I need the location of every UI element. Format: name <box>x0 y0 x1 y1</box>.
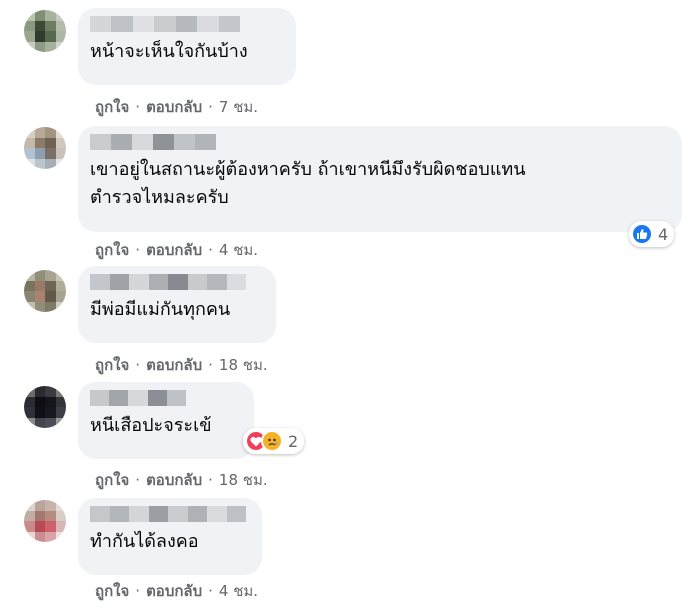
avatar[interactable] <box>24 270 66 312</box>
author-name-blurred[interactable] <box>90 506 246 522</box>
separator: · <box>208 241 213 259</box>
comment-actions: ถูกใจ · ตอบกลับ · 4 ชม. <box>95 579 258 603</box>
comment-text: เขาอยู่ในสถานะผู้ต้องหาครับ ถ้าเขาหนีมึง… <box>90 159 526 208</box>
timestamp[interactable]: 18 ชม. <box>219 471 268 489</box>
reaction-count: 2 <box>288 431 299 451</box>
timestamp[interactable]: 18 ชม. <box>219 356 268 374</box>
author-name-blurred[interactable] <box>90 16 240 32</box>
reply-link[interactable]: ตอบกลับ <box>146 241 202 259</box>
separator: · <box>208 98 213 116</box>
comment-bubble: หน้าจะเห็นใจกันบ้าง <box>78 8 296 85</box>
like-link[interactable]: ถูกใจ <box>95 356 129 374</box>
avatar[interactable] <box>24 10 66 52</box>
separator: · <box>135 241 141 259</box>
separator: · <box>135 471 141 489</box>
comment-text: หน้าจะเห็นใจกันบ้าง <box>90 41 248 62</box>
comment-text: ทำกันได้ลงคอ <box>90 531 199 552</box>
avatar[interactable] <box>24 386 66 428</box>
author-name-blurred[interactable] <box>90 390 187 406</box>
timestamp[interactable]: 4 ชม. <box>219 582 258 600</box>
like-link[interactable]: ถูกใจ <box>95 98 129 116</box>
like-link[interactable]: ถูกใจ <box>95 582 129 600</box>
reply-link[interactable]: ตอบกลับ <box>146 356 202 374</box>
reaction-count: 4 <box>658 224 669 244</box>
author-name-blurred[interactable] <box>90 274 246 290</box>
comment-actions: ถูกใจ · ตอบกลับ · 18 ชม. <box>95 353 268 377</box>
comment-bubble: ทำกันได้ลงคอ <box>78 498 262 575</box>
comment-actions: ถูกใจ · ตอบกลับ · 4 ชม. <box>95 238 258 262</box>
separator: · <box>208 356 213 374</box>
like-link[interactable]: ถูกใจ <box>95 241 129 259</box>
separator: · <box>135 98 141 116</box>
comment-bubble: เขาอยู่ในสถานะผู้ต้องหาครับ ถ้าเขาหนีมึง… <box>78 126 682 232</box>
sad-icon <box>261 430 283 452</box>
avatar[interactable] <box>24 127 66 169</box>
separator: · <box>135 356 141 374</box>
like-link[interactable]: ถูกใจ <box>95 471 129 489</box>
comment-bubble: มีพ่อมีแม่กันทุกคน <box>78 266 276 343</box>
reply-link[interactable]: ตอบกลับ <box>146 98 202 116</box>
comment-actions: ถูกใจ · ตอบกลับ · 18 ชม. <box>95 468 268 492</box>
separator: · <box>135 582 141 600</box>
reply-link[interactable]: ตอบกลับ <box>146 471 202 489</box>
reaction-summary[interactable]: 2 <box>243 428 305 454</box>
separator: · <box>208 471 213 489</box>
avatar[interactable] <box>24 500 66 542</box>
comment-bubble: หนีเสือปะจระเข้ <box>78 382 254 459</box>
comment-text: มีพ่อมีแม่กันทุกคน <box>90 299 231 320</box>
reaction-summary[interactable]: 4 <box>629 221 675 247</box>
timestamp[interactable]: 7 ชม. <box>219 98 258 116</box>
comment-text: หนีเสือปะจระเข้ <box>90 415 212 436</box>
comment-actions: ถูกใจ · ตอบกลับ · 7 ชม. <box>95 95 258 119</box>
separator: · <box>208 582 213 600</box>
reply-link[interactable]: ตอบกลับ <box>146 582 202 600</box>
author-name-blurred[interactable] <box>90 134 216 150</box>
like-icon <box>631 223 653 245</box>
timestamp[interactable]: 4 ชม. <box>219 241 258 259</box>
